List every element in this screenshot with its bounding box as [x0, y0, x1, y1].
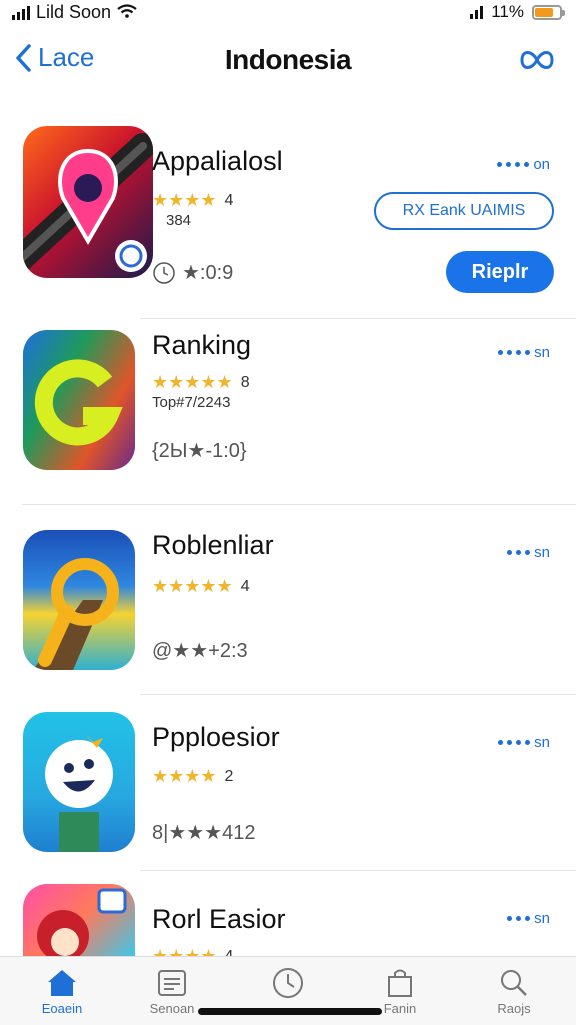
app-icon: [23, 330, 135, 470]
row-divider: [140, 870, 576, 871]
rating-count: 8: [240, 373, 250, 391]
outline-button[interactable]: RX Eank UAIMIS: [374, 192, 554, 230]
tab-clock[interactable]: [238, 965, 338, 1001]
app-icon: [23, 884, 135, 956]
tab-label: Eoaein: [41, 1001, 83, 1016]
carrier-text: Lild Soon: [36, 2, 112, 22]
app-icon: [23, 530, 135, 670]
battery-icon: [532, 4, 565, 20]
app-name: Appalialosl: [152, 146, 283, 176]
more-button[interactable]: sn: [507, 910, 550, 927]
nav-bar: Lace Indonesia: [0, 30, 576, 94]
search-icon: [464, 965, 564, 1001]
tab-search[interactable]: Raojs: [464, 965, 564, 1016]
action-button[interactable]: Rieplr: [446, 251, 554, 293]
tab-home[interactable]: Eoaein: [12, 965, 112, 1016]
page-title: Indonesia: [224, 44, 352, 75]
more-button[interactable]: sn: [498, 344, 550, 361]
app-icon: [23, 126, 153, 278]
cellular-icon: [470, 5, 484, 19]
list-item[interactable]: Rorl Easior ★★★★4 sn: [0, 884, 576, 966]
list-item[interactable]: Appalialosl ★★★★ 4 384 ★:0:9 on RX Eank U…: [0, 126, 576, 319]
list-item[interactable]: Roblenliar ★★★★★ 4 @★★+2:3 sn: [0, 530, 576, 695]
rating-count: 4: [240, 577, 250, 595]
clock-icon: [153, 261, 175, 284]
wifi-icon: [117, 2, 137, 23]
tab-label: Raojs: [497, 1001, 531, 1016]
app-name: Ppploesior: [152, 722, 280, 752]
infinity-icon[interactable]: [518, 46, 556, 79]
app-meta: ★:0:9: [152, 260, 233, 285]
row-divider: [22, 504, 576, 505]
list-icon: [122, 965, 222, 1001]
app-meta: @★★+2:3: [152, 640, 248, 662]
clock-icon: [238, 965, 338, 1001]
row-divider: [140, 318, 576, 319]
rating-stars: ★★★★★ 8: [152, 372, 250, 392]
more-button[interactable]: sn: [507, 544, 550, 561]
app-name: Ranking: [152, 330, 252, 360]
app-name: Roblenliar: [152, 530, 274, 560]
battery-percent: 11%: [491, 2, 524, 21]
status-bar: Lild Soon 11%: [0, 0, 576, 26]
app-subtext: Top#7/2243: [152, 394, 231, 411]
rating-count: 2: [224, 767, 234, 785]
row-divider: [140, 694, 576, 695]
app-icon: [23, 712, 135, 852]
app-meta: 8|★★★412: [152, 822, 256, 844]
app-name: Rorl Easior: [152, 904, 286, 934]
rating-stars: ★★★★★ 4: [152, 576, 250, 596]
rating-count: 4: [224, 191, 234, 209]
rating-stars: ★★★★4: [152, 190, 234, 210]
list-item[interactable]: Ppploesior ★★★★ 2 8|★★★412 sn: [0, 712, 576, 872]
more-button[interactable]: on: [497, 156, 550, 173]
status-left: Lild Soon: [12, 2, 137, 23]
home-indicator: [198, 1008, 382, 1015]
signal-icon: [12, 5, 30, 20]
home-icon: [12, 965, 112, 1001]
app-subtext: 384: [166, 212, 192, 229]
bag-icon: [350, 965, 450, 1001]
app-meta: {2Ы★-1:0}: [152, 440, 247, 462]
more-button[interactable]: sn: [498, 734, 550, 751]
status-right: 11%: [470, 2, 565, 22]
rating-stars: ★★★★ 2: [152, 766, 234, 786]
list-item[interactable]: Ranking ★★★★★ 8 Top#7/2243 {2Ы★-1:0} sn: [0, 330, 576, 505]
